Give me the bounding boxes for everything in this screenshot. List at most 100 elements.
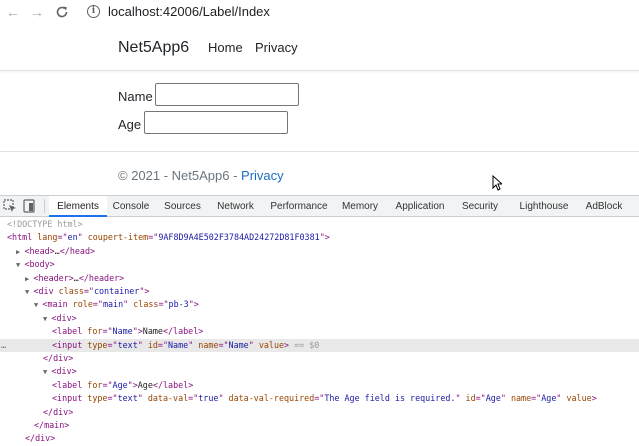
dom-node-content: ▶ <head>…</head> xyxy=(16,245,95,259)
dom-node-content: <input type="text" data-val="true" data-… xyxy=(52,392,597,405)
dom-token: value xyxy=(258,339,285,350)
inspect-element-icon[interactable] xyxy=(3,199,17,213)
dom-node-row[interactable]: ▼ <div> xyxy=(0,312,639,325)
nav-link-home[interactable]: Home xyxy=(208,40,243,55)
dom-token: =" xyxy=(57,232,68,243)
dom-node-row[interactable]: <!DOCTYPE html> xyxy=(0,218,639,231)
dom-token: Name xyxy=(112,326,133,337)
dom-token: en xyxy=(67,232,78,243)
dom-node-row[interactable]: ▼ <body> xyxy=(0,258,639,271)
dom-node-row[interactable]: </div> xyxy=(0,432,639,445)
devtools-tab-performance[interactable]: Performance xyxy=(264,196,334,217)
dom-token: data-val-required xyxy=(228,393,315,404)
dom-token: id xyxy=(147,339,158,350)
dom-token: "> xyxy=(188,299,199,310)
dom-node-row[interactable]: <input type="text" data-val="true" data-… xyxy=(0,392,639,405)
dom-token: <div xyxy=(33,286,59,296)
dom-token: "> xyxy=(139,286,150,296)
dom-token: " xyxy=(556,393,567,404)
dom-node-content: <!DOCTYPE html> xyxy=(7,218,83,231)
mouse-cursor-icon xyxy=(492,175,502,191)
footer-divider xyxy=(0,151,639,152)
devtools-tab-network[interactable]: Network xyxy=(212,196,259,217)
arrow-right-icon[interactable]: → xyxy=(28,3,46,21)
dom-token: Name xyxy=(168,339,189,350)
dom-token: </div> xyxy=(25,433,56,444)
dom-token: =" xyxy=(102,326,113,337)
devtools-tab-console[interactable]: Console xyxy=(108,196,154,217)
site-footer: © 2021 - Net5App6 - Privacy xyxy=(118,168,284,183)
dom-token: "> xyxy=(319,232,330,243)
dom-token: =" xyxy=(92,299,103,310)
dom-node-row[interactable]: ▶ <header>…</header> xyxy=(0,272,639,285)
dom-token: " xyxy=(188,339,199,350)
dom-node-content: <label for="Name">Name</label> xyxy=(52,325,203,338)
dom-token: =" xyxy=(218,339,229,350)
dom-node-row[interactable]: </div> xyxy=(0,406,639,419)
dom-node-content: ▼ <main role="main" class="pb-3"> xyxy=(34,298,199,312)
dom-token: =" xyxy=(531,393,542,404)
dom-token: <!DOCTYPE html> xyxy=(7,219,83,229)
address-bar[interactable]: localhost:42006/Label/Index xyxy=(108,3,270,20)
dom-node-content: <html lang="en" coupert-item="9AF8D9A4E5… xyxy=(7,231,330,244)
dom-node-content: ▼ <div> xyxy=(43,365,77,379)
dom-token: </main> xyxy=(34,420,70,430)
dom-node-row[interactable]: ▼ <div class="container"> xyxy=(0,285,639,298)
dom-token: <label xyxy=(52,326,88,337)
dom-node-row[interactable]: ▼ <main role="main" class="pb-3"> xyxy=(0,298,639,311)
info-icon[interactable]: i xyxy=(87,5,100,18)
devtools-tab-application[interactable]: Application xyxy=(388,196,452,217)
dom-token: =" xyxy=(107,393,118,404)
dom-node-content: ▼ <div class="container"> xyxy=(25,285,149,299)
dom-token: <main xyxy=(42,299,73,310)
reload-icon[interactable] xyxy=(53,3,71,21)
dom-token: =" xyxy=(102,379,113,390)
dom-token: " xyxy=(77,232,88,243)
dom-token: =" xyxy=(148,232,159,243)
dom-token: Name xyxy=(228,339,249,350)
dom-token: " xyxy=(455,393,466,404)
dom-token: =" xyxy=(107,339,118,350)
devtools-tab-adblock[interactable]: AdBlock xyxy=(580,196,628,217)
dom-token: The Age field is required. xyxy=(324,393,456,404)
dom-node-row[interactable]: <label for="Age">Age</label> xyxy=(0,379,639,392)
dom-node-row[interactable]: </div> xyxy=(0,352,639,365)
devtools-tab-security[interactable]: Security xyxy=(456,196,504,217)
dom-token: </label> xyxy=(152,379,194,390)
dom-token: Name xyxy=(142,326,163,337)
site-brand[interactable]: Net5App6 xyxy=(118,39,189,57)
dom-node-row[interactable]: ▶ <head>…</head> xyxy=(0,245,639,258)
dom-token: container xyxy=(93,286,140,296)
device-toolbar-icon[interactable] xyxy=(22,199,36,213)
dom-token: =" xyxy=(83,286,94,296)
devtools-tab-elements[interactable]: Elements xyxy=(49,196,107,217)
dom-node-row[interactable]: <label for="Name">Name</label> xyxy=(0,325,639,338)
selected-node-marker: … xyxy=(1,339,7,350)
devtools-tab-lighthouse[interactable]: Lighthouse xyxy=(511,196,577,217)
nav-link-privacy[interactable]: Privacy xyxy=(255,40,298,55)
dom-token: id xyxy=(465,393,476,404)
dom-node-row[interactable]: ▼ <div> xyxy=(0,365,639,378)
age-label: Age xyxy=(118,117,142,132)
dom-token: <div> xyxy=(51,366,77,377)
dom-node-row[interactable]: … <input type="text" id="Name" name="Name… xyxy=(0,338,639,352)
dom-token: <head> xyxy=(24,245,55,256)
dom-token: =" xyxy=(314,393,325,404)
dom-token: "> xyxy=(132,326,143,337)
devtools-tab-sources[interactable]: Sources xyxy=(160,196,205,217)
devtools-tab-memory[interactable]: Memory xyxy=(337,196,383,217)
dom-token: " xyxy=(137,393,148,404)
footer-privacy-link[interactable]: Privacy xyxy=(241,168,284,183)
arrow-left-icon[interactable]: ← xyxy=(4,3,22,21)
dom-node-row[interactable]: <html lang="en" coupert-item="9AF8D9A4E5… xyxy=(0,231,639,244)
dom-node-row[interactable]: </main> xyxy=(0,419,639,432)
dom-token: =" xyxy=(158,299,169,310)
web-page: Net5App6 Home Privacy Name Age © 2021 - … xyxy=(0,24,639,195)
dom-token: <header> xyxy=(33,272,74,283)
dom-node-content: ▼ <div> xyxy=(43,312,77,326)
dom-token: > xyxy=(591,393,597,404)
dom-token: 9AF8D9A4E502F3784AD24272D81F0381 xyxy=(158,232,320,243)
age-input[interactable] xyxy=(144,111,288,134)
dom-token: <div> xyxy=(51,312,77,323)
name-input[interactable] xyxy=(155,83,299,106)
